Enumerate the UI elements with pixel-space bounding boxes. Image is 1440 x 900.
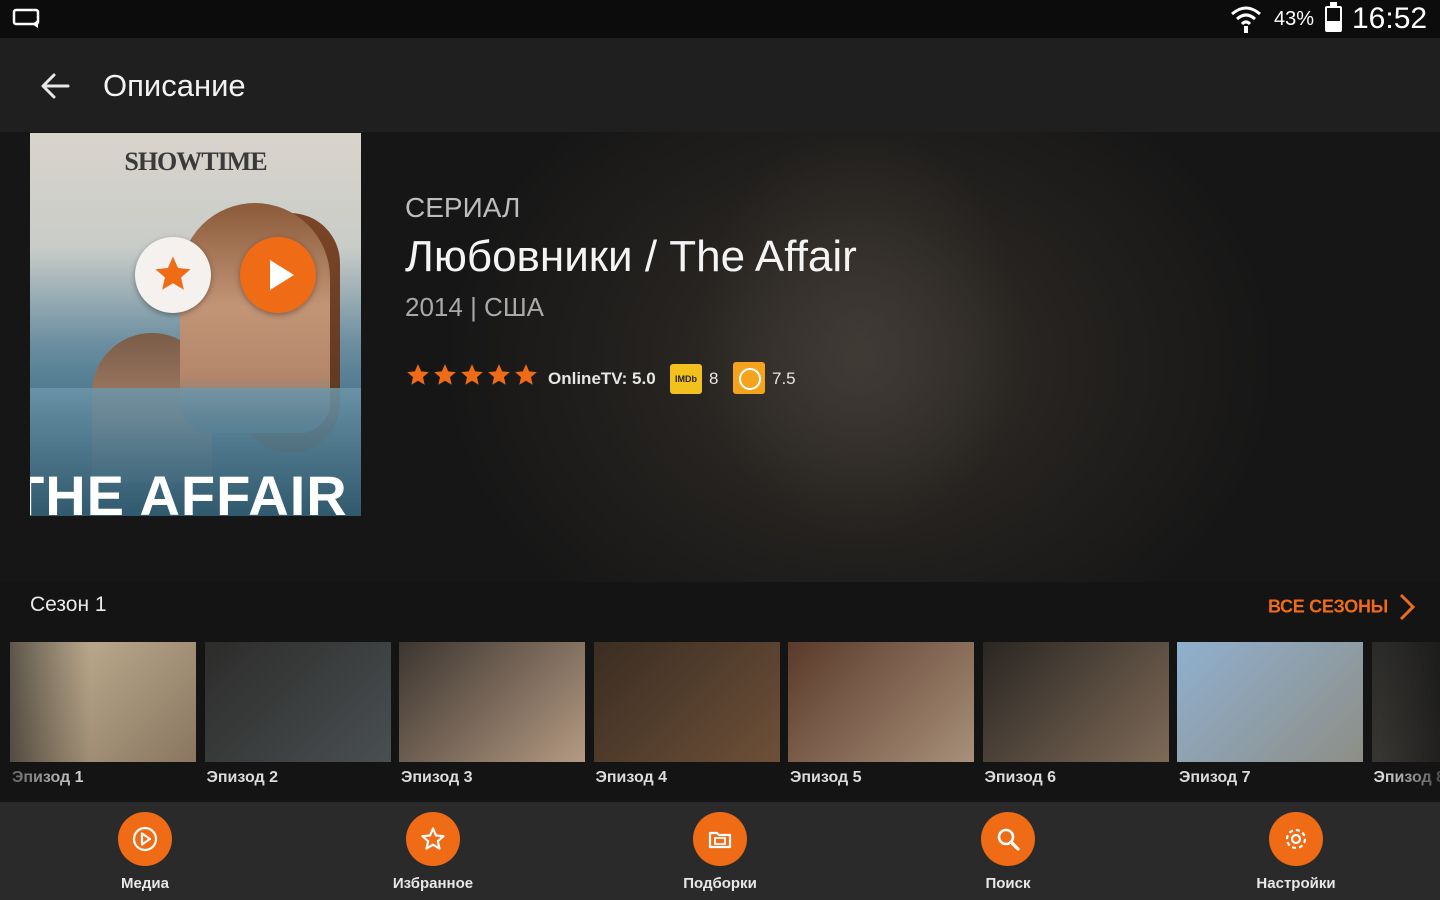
backdrop-image — [600, 132, 1160, 582]
page-title: Описание — [103, 68, 246, 103]
chevron-right-icon — [1400, 593, 1416, 621]
star-icon — [421, 827, 445, 850]
episode-thumbnail — [1371, 642, 1440, 762]
kinopoisk-icon — [733, 362, 765, 394]
year-country: 2014 | США — [405, 292, 544, 322]
search-icon — [997, 828, 1020, 851]
nav-item-4[interactable]: Поиск — [918, 802, 1098, 900]
episode-card[interactable]: Эпизод 1 — [10, 642, 196, 792]
play-button[interactable] — [240, 237, 316, 313]
episode-thumbnail — [10, 642, 196, 762]
episode-label: Эпизод 6 — [984, 769, 1057, 786]
nav-label: Избранное — [392, 875, 474, 892]
nav-label: Настройки — [1256, 875, 1336, 892]
ratings: OnlineTV: 5.0 IMDb 8 7.5 — [405, 358, 825, 398]
episode-label: Эпизод 2 — [206, 769, 279, 786]
details-hero: SHOWTIME THE AFFAIR СЕРИАЛ Любовники / T… — [0, 132, 1440, 582]
play-icon — [270, 260, 294, 290]
episode-thumbnail — [982, 642, 1169, 762]
cast-notification-icon — [12, 8, 40, 28]
episode-label: Эпизод 3 — [401, 769, 473, 786]
episode-card[interactable]: Эпизод 2 — [204, 642, 391, 792]
show-title: Любовники / The Affair — [405, 232, 857, 281]
gear-icon — [1285, 828, 1307, 850]
episode-card[interactable]: Эпизод 6 — [982, 642, 1169, 792]
episode-list[interactable]: Эпизод 1 Эпизод 2 Эпизод 3 Эпизод 4 Эпизод 5… — [10, 642, 1440, 792]
nav-label: Поиск — [985, 875, 1031, 892]
folder-icon — [708, 831, 732, 849]
status-bar: 43% 16:52 — [0, 0, 1440, 38]
nav-icon-button — [981, 812, 1035, 866]
nav-item-3[interactable]: Подборки — [630, 802, 810, 900]
battery-level — [1327, 20, 1340, 30]
episode-card[interactable]: Эпизод 4 — [593, 642, 780, 792]
nav-label: Подборки — [683, 875, 757, 892]
battery-percent: 43% — [1274, 8, 1315, 30]
nav-item-1[interactable]: Медиа — [55, 802, 235, 900]
episode-label: Эпизод 8 — [1373, 769, 1440, 786]
episode-label: Эпизод 4 — [595, 769, 668, 786]
poster-title: THE AFFAIR — [30, 464, 348, 516]
all-seasons-button[interactable]: ВСЕ СЕЗОНЫ — [1268, 592, 1416, 621]
episode-card[interactable]: Эпизод 8 — [1371, 642, 1440, 792]
episode-thumbnail — [399, 642, 585, 762]
episode-card[interactable]: Эпизод 7 — [1177, 642, 1363, 792]
nav-item-5[interactable]: Настройки — [1206, 802, 1386, 900]
content-type: СЕРИАЛ — [405, 192, 521, 223]
nav-item-2[interactable]: Избранное — [343, 802, 523, 900]
episode-card[interactable]: Эпизод 5 — [788, 642, 974, 792]
back-button[interactable] — [28, 62, 82, 110]
imdb-icon: IMDb — [670, 364, 702, 394]
nav-label: Медиа — [121, 875, 169, 892]
star-icon — [461, 364, 483, 385]
kinopoisk-rating: 7.5 — [772, 369, 796, 388]
star-rating — [405, 362, 540, 388]
season-label: Сезон 1 — [30, 593, 107, 616]
nav-icon-button — [406, 812, 460, 866]
episode-thumbnail — [593, 642, 780, 762]
episode-card[interactable]: Эпизод 3 — [399, 642, 585, 792]
star-icon — [155, 256, 191, 290]
battery-icon — [1325, 2, 1342, 32]
app-bar: Описание — [0, 38, 1440, 132]
clock: 16:52 — [1352, 2, 1428, 35]
nav-icon-button — [693, 812, 747, 866]
nav-icon-button — [118, 812, 172, 866]
episode-label: Эпизод 5 — [790, 769, 862, 786]
star-icon — [488, 364, 510, 385]
poster-network-logo: SHOWTIME — [124, 147, 267, 176]
arrow-left-icon — [41, 73, 70, 99]
all-seasons-label: ВСЕ СЕЗОНЫ — [1268, 596, 1388, 617]
episode-thumbnail — [1177, 642, 1363, 762]
bottom-navigation: Медиа Избранное Подборки Поиск Настройки — [0, 802, 1440, 900]
episode-label: Эпизод 1 — [12, 769, 84, 786]
star-icon — [515, 364, 537, 385]
star-icon — [407, 364, 429, 385]
star-icon — [434, 364, 456, 385]
add-favorite-button[interactable] — [135, 237, 211, 313]
episode-label: Эпизод 7 — [1179, 769, 1251, 786]
episode-thumbnail — [204, 642, 391, 762]
imdb-rating: 8 — [709, 369, 719, 388]
play-icon — [132, 826, 158, 852]
online-rating: OnlineTV: 5.0 — [548, 369, 656, 388]
episode-thumbnail — [788, 642, 974, 762]
wifi-icon — [1231, 6, 1261, 33]
nav-icon-button — [1269, 812, 1323, 866]
poster-image: SHOWTIME THE AFFAIR — [30, 133, 361, 516]
